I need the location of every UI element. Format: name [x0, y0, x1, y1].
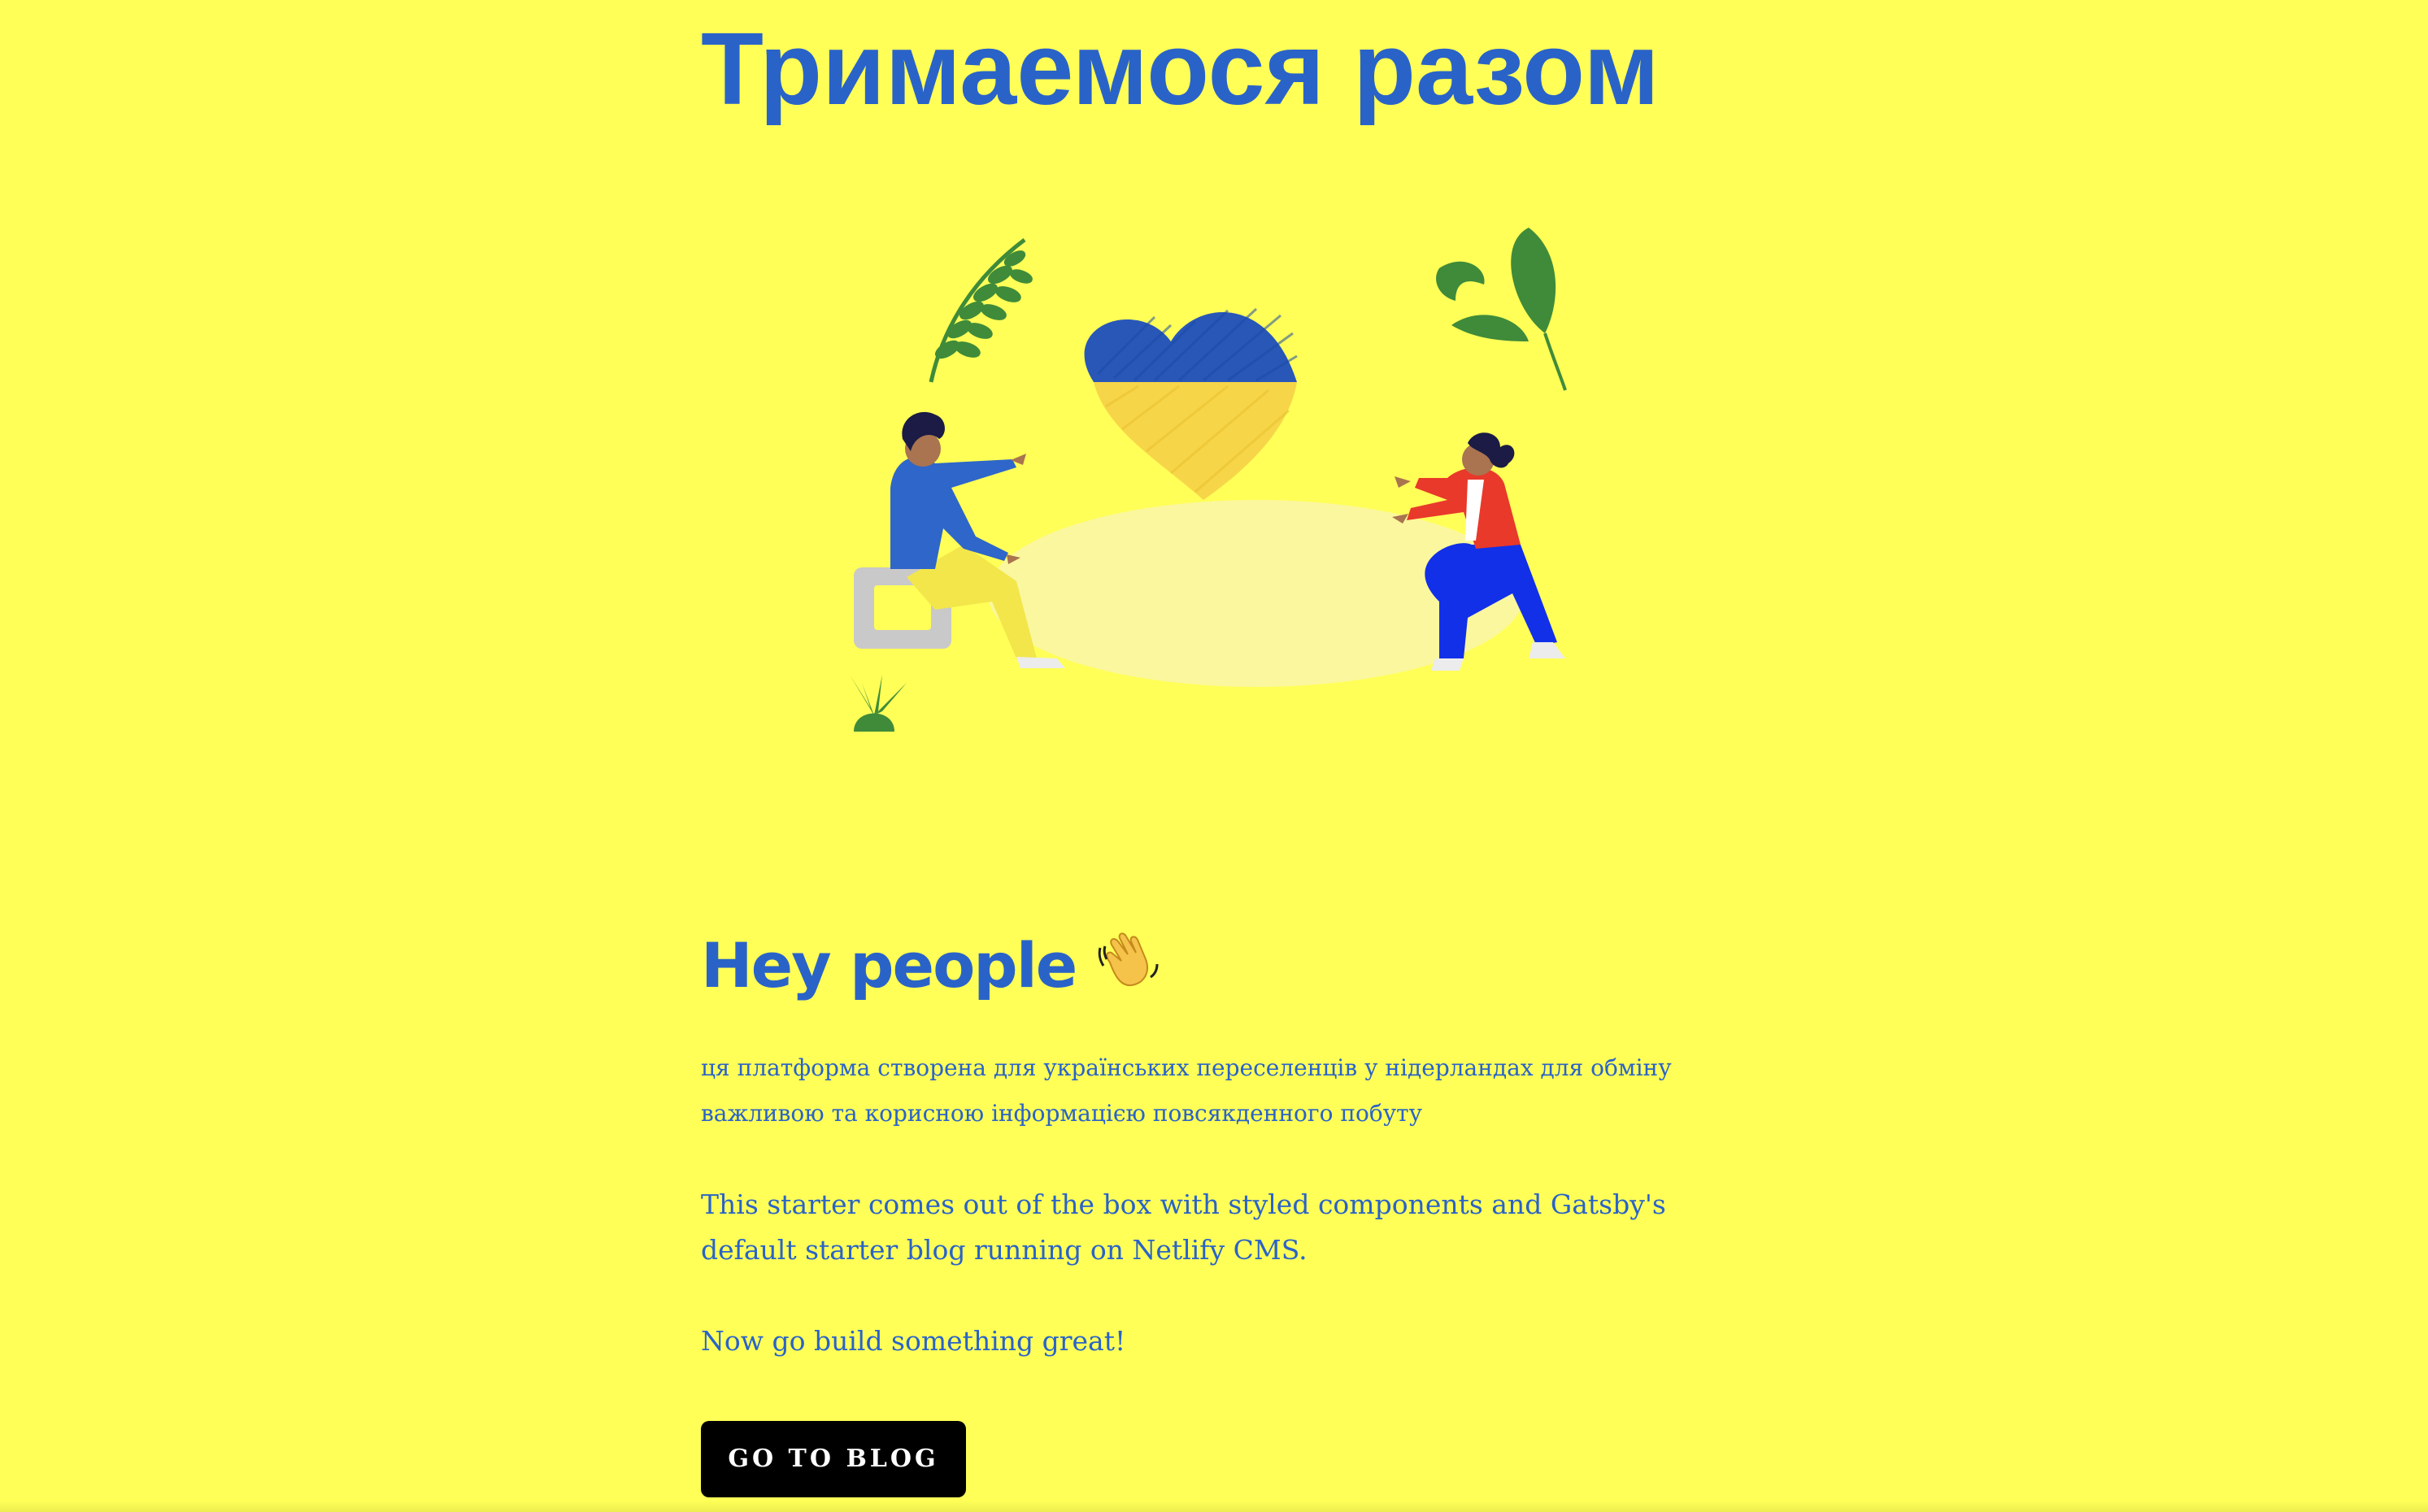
intro-heading-text: Hey people [701, 929, 1077, 1001]
site-title: Тримаемося разом [701, 11, 1660, 126]
branch-left-icon [929, 238, 1033, 383]
intro-heading: Hey people [701, 917, 1162, 1015]
window-bottom-edge [0, 1501, 2428, 1512]
leaves-right-icon [1436, 228, 1567, 391]
intro-paragraph-en: This starter comes out of the box with s… [701, 1188, 1666, 1266]
intro-paragraph-cta: Now go build something great! [701, 1325, 1126, 1357]
potted-plant-icon [850, 675, 907, 732]
hero-illustration [813, 219, 1626, 772]
waving-hand-icon [1094, 922, 1162, 990]
ukraine-heart-icon [1084, 307, 1298, 500]
go-to-blog-button[interactable]: GO TO BLOG [701, 1421, 966, 1497]
intro-paragraph-uk: ця платформа створена для українських пе… [701, 1054, 1672, 1127]
page: Тримаемося разом Hey people ця платформа… [0, 0, 2428, 1512]
